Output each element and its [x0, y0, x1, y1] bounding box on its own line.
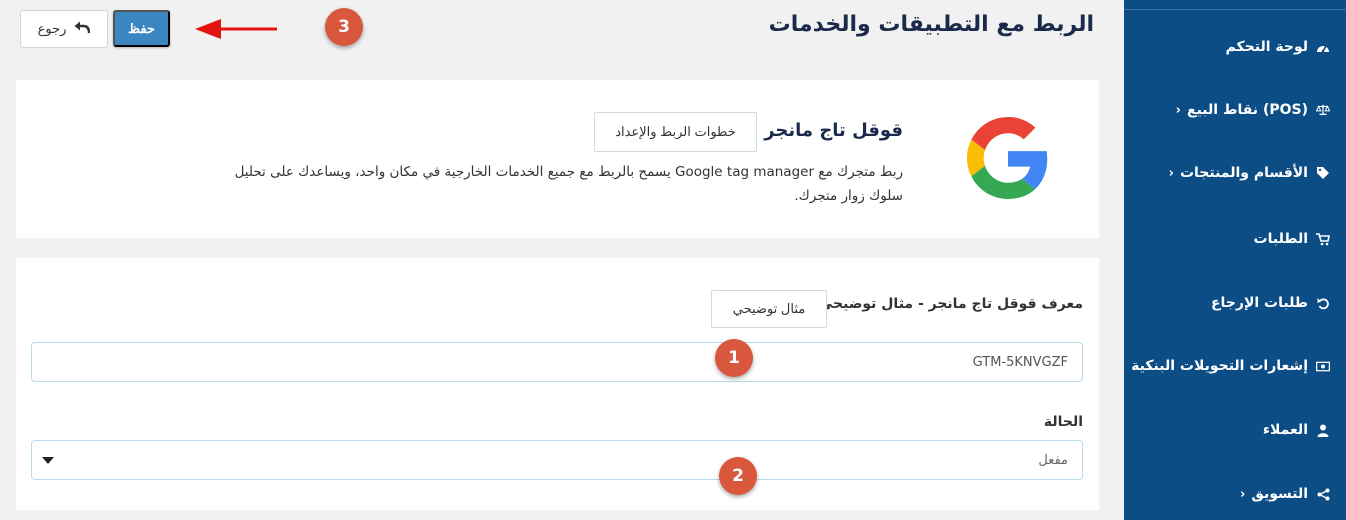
- sidebar-item-label: الأقسام والمنتجات: [1179, 165, 1308, 181]
- back-button-label: رجوع: [37, 21, 67, 36]
- sidebar-item-label: نقاط البيع (POS): [1187, 102, 1308, 118]
- red-arrow-annotation: [195, 19, 277, 39]
- gtm-id-input[interactable]: [31, 342, 1083, 382]
- sidebar-item-bank-transfers[interactable]: إشعارات التحويلات البنكية: [1124, 351, 1346, 381]
- money-icon: [1316, 359, 1330, 373]
- google-tag-manager-title: قوقل تاج مانجر: [764, 120, 903, 141]
- sidebar-item-label: التسويق: [1251, 486, 1308, 502]
- share-icon: [1316, 487, 1330, 501]
- google-logo-icon: [967, 117, 1048, 199]
- sidebar-item-label: لوحة التحكم: [1225, 39, 1308, 55]
- user-icon: [1316, 423, 1330, 437]
- settings-form-card: معرف قوقل تاج مانجر - مثال توضيحي: مثال …: [16, 258, 1099, 510]
- sidebar-top-divider: [1124, 0, 1346, 10]
- sidebar-item-label: إشعارات التحويلات البنكية: [1131, 358, 1308, 374]
- status-select-value: مفعل: [1038, 452, 1068, 468]
- sidebar: لوحة التحكم نقاط البيع (POS) › الأقسام و…: [1124, 0, 1346, 520]
- cart-icon: [1316, 232, 1330, 246]
- sidebar-item-label: العملاء: [1262, 422, 1308, 438]
- dashboard-icon: [1316, 40, 1330, 54]
- sidebar-item-label: الطلبات: [1253, 231, 1308, 247]
- sidebar-item-returns[interactable]: طلبات الإرجاع: [1124, 288, 1346, 318]
- sidebar-item-customers[interactable]: العملاء: [1124, 415, 1346, 445]
- google-tag-manager-description: ربط متجرك مع Google tag manager يسمح بال…: [234, 164, 903, 204]
- save-button[interactable]: حفظ: [113, 10, 170, 47]
- step-marker-2: 2: [719, 457, 757, 495]
- step-marker-1: 1: [715, 339, 753, 377]
- status-label: الحالة: [1043, 414, 1083, 430]
- sidebar-item-orders[interactable]: الطلبات: [1124, 224, 1346, 254]
- sidebar-item-marketing[interactable]: التسويق ›: [1124, 479, 1346, 509]
- back-button[interactable]: رجوع: [20, 10, 108, 48]
- chevron-icon: ›: [1168, 165, 1174, 181]
- step-marker-3: 3: [325, 8, 363, 46]
- sidebar-item-dashboard[interactable]: لوحة التحكم: [1124, 32, 1346, 62]
- google-tag-manager-card: قوقل تاج مانجر خطوات الربط والإعداد ربط …: [16, 80, 1099, 238]
- chevron-icon: ›: [1175, 102, 1182, 118]
- return-icon: [1316, 296, 1330, 310]
- sidebar-item-pos[interactable]: نقاط البيع (POS) ›: [1124, 95, 1346, 125]
- page-title: الربط مع التطبيقات والخدمات: [768, 12, 1094, 37]
- scale-icon: [1316, 103, 1330, 117]
- status-select[interactable]: مفعل: [31, 440, 1083, 480]
- gtm-id-label: معرف قوقل تاج مانجر - مثال توضيحي:: [813, 296, 1083, 312]
- example-button[interactable]: مثال توضيحي: [711, 290, 827, 328]
- sidebar-item-label: طلبات الإرجاع: [1210, 295, 1308, 311]
- dropdown-caret-icon: [42, 456, 54, 464]
- reply-arrow-icon: [74, 21, 91, 37]
- chevron-icon: ›: [1239, 486, 1246, 502]
- tag-icon: [1316, 166, 1330, 180]
- sidebar-item-categories[interactable]: الأقسام والمنتجات ›: [1124, 158, 1346, 188]
- setup-steps-button[interactable]: خطوات الربط والإعداد: [594, 112, 757, 152]
